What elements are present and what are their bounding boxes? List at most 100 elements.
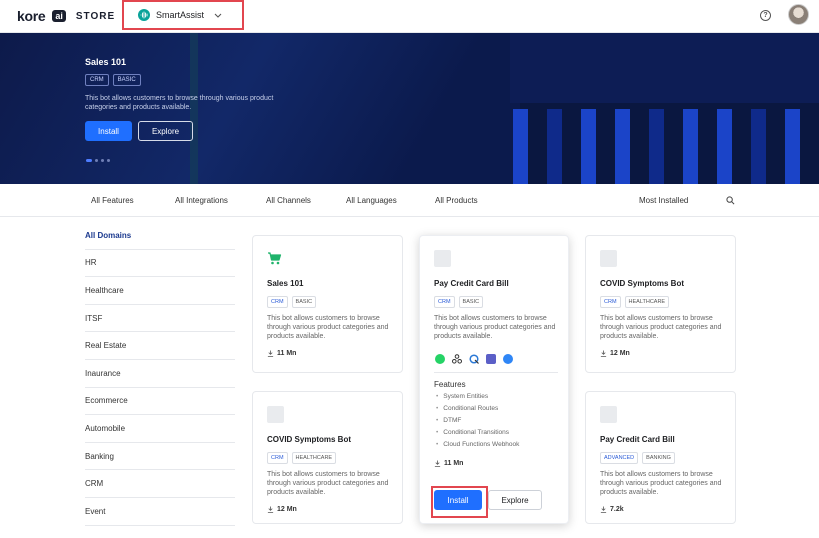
download-icon: [600, 350, 607, 357]
sidebar-item-banking[interactable]: Banking: [85, 443, 235, 471]
search-icon[interactable]: [726, 196, 735, 205]
cart-icon: [268, 252, 282, 265]
card-title: Pay Credit Card Bill: [434, 279, 509, 288]
filter-all-features[interactable]: All Features: [91, 196, 134, 205]
card-tag: HEALTHCARE: [291, 452, 337, 464]
filter-all-languages[interactable]: All Languages: [346, 196, 397, 205]
sidebar-item-healthcare[interactable]: Healthcare: [85, 277, 235, 305]
carousel-dot-active[interactable]: [86, 159, 92, 162]
sort-most-installed[interactable]: Most Installed: [639, 196, 688, 205]
sidebar-item-real-estate[interactable]: Real Estate: [85, 332, 235, 360]
carousel-dots[interactable]: [86, 159, 110, 162]
card-title: Sales 101: [267, 279, 304, 288]
card-explore-button[interactable]: Explore: [488, 490, 542, 510]
card-title: COVID Symptoms Bot: [267, 435, 352, 444]
bot-icon-placeholder: [434, 250, 451, 267]
card-tags: ADVANCED BANKING: [600, 452, 675, 464]
bot-icon-placeholder: [267, 406, 284, 423]
sidebar-item-automobile[interactable]: Automobile: [85, 415, 235, 443]
help-icon[interactable]: ?: [760, 10, 771, 21]
feature-item: System Entities: [436, 391, 519, 403]
card-installs: 12 Mn: [600, 350, 630, 357]
user-avatar[interactable]: [788, 4, 809, 25]
card-tag: CRM: [434, 296, 455, 308]
sidebar-item-event[interactable]: Event: [85, 498, 235, 526]
card-installs: 11 Mn: [267, 350, 296, 357]
banner-tag: CRM: [85, 74, 109, 86]
card-install-button[interactable]: Install: [434, 490, 482, 510]
whatsapp-icon: [435, 354, 445, 364]
card-installs: 12 Mn: [267, 506, 297, 513]
bot-icon-placeholder: [600, 406, 617, 423]
sidebar-item-inaurance[interactable]: Inaurance: [85, 360, 235, 388]
logo-ai-badge: ai: [52, 10, 66, 22]
feature-item: Conditional Transitions: [436, 427, 519, 439]
card-tag: BASIC: [458, 296, 484, 308]
sidebar-item-ecommerce[interactable]: Ecommerce: [85, 388, 235, 416]
chevron-down-icon: [214, 11, 222, 20]
carousel-dot[interactable]: [107, 159, 110, 162]
card-title: COVID Symptoms Bot: [600, 279, 685, 288]
card-tags: CRM HEALTHCARE: [600, 296, 670, 308]
bot-card[interactable]: COVID Symptoms Bot CRM HEALTHCARE This b…: [585, 235, 736, 373]
smartassist-icon: [138, 9, 150, 21]
card-divider: [434, 372, 558, 373]
filter-bar: All Features All Integrations All Channe…: [0, 184, 819, 217]
card-installs: 11 Mn: [434, 460, 463, 467]
banner-decor-bar: [547, 109, 562, 184]
download-icon: [434, 460, 441, 467]
download-icon: [267, 350, 274, 357]
card-installs-count: 12 Mn: [277, 506, 297, 513]
card-tag: BANKING: [642, 452, 675, 464]
hero-banner: Sales 101 CRM BASIC This bot allows cust…: [0, 33, 819, 184]
product-switcher-label: SmartAssist: [156, 10, 205, 20]
banner-decor-bar: [683, 109, 698, 184]
filter-all-channels[interactable]: All Channels: [266, 196, 311, 205]
bot-card[interactable]: COVID Symptoms Bot CRM HEALTHCARE This b…: [252, 391, 403, 524]
card-tag: CRM: [267, 296, 288, 308]
messenger-icon: [503, 354, 513, 364]
banner-decor-bar: [615, 109, 630, 184]
webhook-icon: [452, 354, 462, 364]
feature-item: Cloud Functions Webhook: [436, 439, 519, 451]
card-description: This bot allows customers to browse thro…: [600, 471, 722, 496]
filter-all-products[interactable]: All Products: [435, 196, 478, 205]
product-switcher-dropdown[interactable]: SmartAssist: [122, 0, 244, 30]
card-installs-count: 12 Mn: [610, 350, 630, 357]
banner-decor-bar: [785, 109, 800, 184]
banner-decor-bar: [581, 109, 596, 184]
card-tags: CRM BASIC: [434, 296, 484, 308]
sidebar-item-hr[interactable]: HR: [85, 250, 235, 278]
card-description: This bot allows customers to browse thro…: [600, 315, 722, 340]
sidebar-item-all-domains[interactable]: All Domains: [85, 222, 235, 250]
top-header: kore ai STORE SmartAssist ?: [0, 0, 819, 33]
feature-item: DTMF: [436, 415, 519, 427]
carousel-dot[interactable]: [95, 159, 98, 162]
card-description: This bot allows customers to browse thro…: [434, 315, 556, 340]
banner-install-button[interactable]: Install: [85, 121, 132, 141]
bot-card[interactable]: Pay Credit Card Bill ADVANCED BANKING Th…: [585, 391, 736, 524]
feature-item: Conditional Routes: [436, 403, 519, 415]
bot-icon-placeholder: [600, 250, 617, 267]
sidebar-item-itsf[interactable]: ITSF: [85, 305, 235, 333]
channel-icons: [435, 354, 513, 364]
card-tags: CRM BASIC: [267, 296, 317, 308]
bot-card-expanded[interactable]: Pay Credit Card Bill CRM BASIC This bot …: [419, 235, 569, 524]
download-icon: [600, 506, 607, 513]
carousel-dot[interactable]: [101, 159, 104, 162]
features-title: Features: [434, 380, 466, 389]
bot-card[interactable]: Sales 101 CRM BASIC This bot allows cust…: [252, 235, 403, 373]
banner-explore-button[interactable]: Explore: [138, 121, 193, 141]
banner-tags: CRM BASIC: [85, 74, 141, 86]
filter-all-integrations[interactable]: All Integrations: [175, 196, 228, 205]
kore-ai-logo[interactable]: kore ai STORE: [17, 8, 115, 24]
sidebar-item-crm[interactable]: CRM: [85, 470, 235, 498]
card-description: This bot allows customers to browse thro…: [267, 471, 389, 496]
card-installs-count: 7.2k: [610, 506, 624, 513]
teams-icon: [486, 354, 496, 364]
card-tag: CRM: [267, 452, 288, 464]
card-installs-count: 11 Mn: [444, 460, 464, 467]
card-title: Pay Credit Card Bill: [600, 435, 675, 444]
download-icon: [267, 506, 274, 513]
banner-decor-bar: [751, 109, 766, 184]
